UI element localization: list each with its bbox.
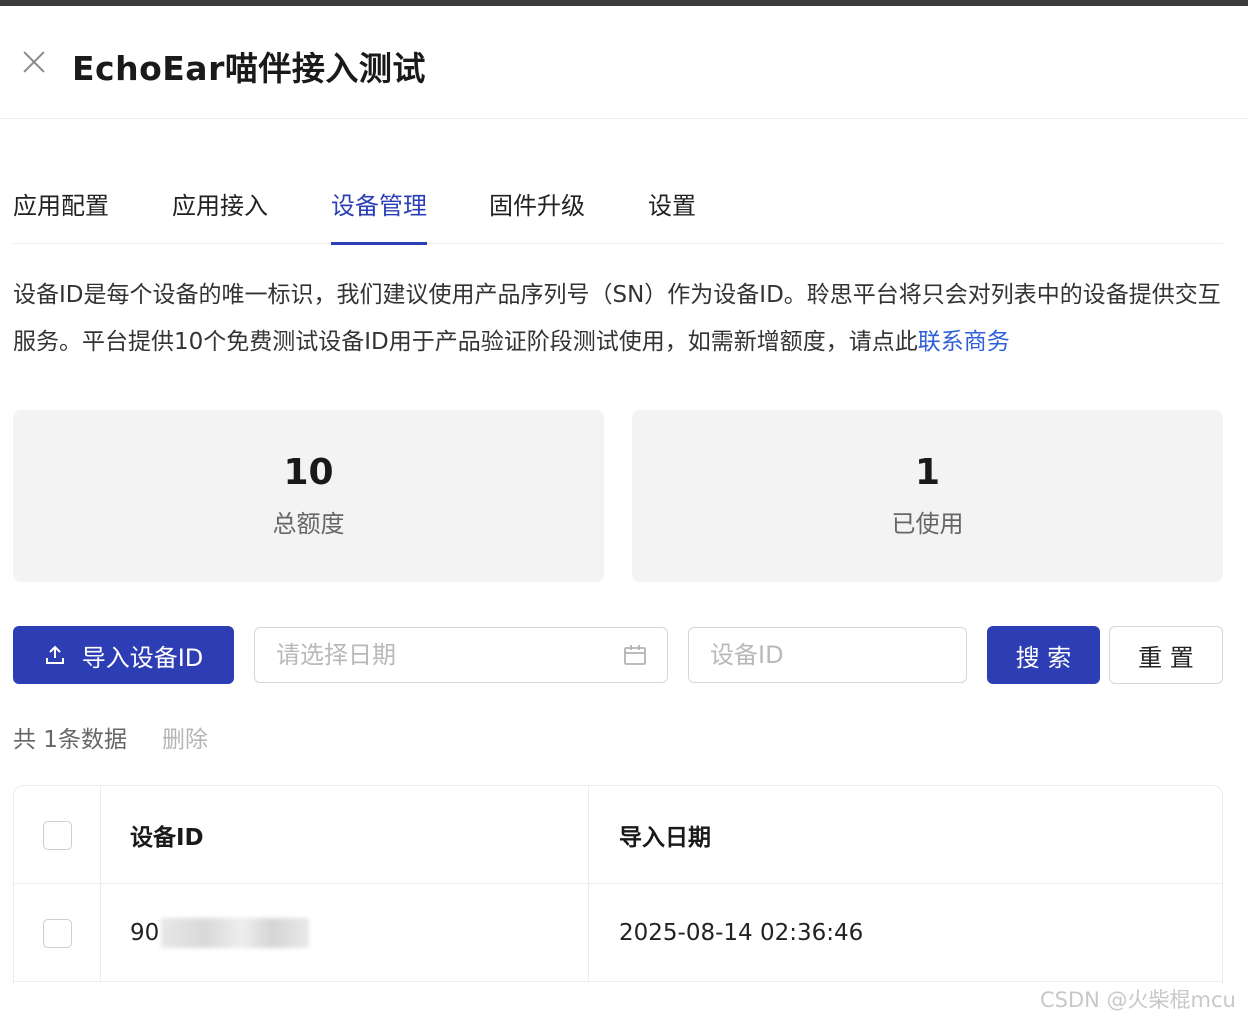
column-header: 导入日期	[619, 825, 711, 851]
description-text: 设备ID是每个设备的唯一标识，我们建议使用产品序列号（SN）作为设备ID。聆思平…	[13, 282, 1221, 355]
search-button[interactable]: 搜 索	[987, 626, 1100, 684]
device-table: 设备ID 导入日期 90 2025-08-14 02:36:46	[13, 785, 1223, 985]
date-picker[interactable]	[254, 627, 668, 683]
tab-label: 应用配置	[13, 192, 109, 220]
watermark: CSDN @火柴棍mcu	[1040, 988, 1236, 1012]
header-device-id: 设备ID	[101, 786, 589, 884]
search-label: 搜 索	[1015, 643, 1072, 672]
tab-label: 应用接入	[172, 192, 268, 220]
import-label: 导入设备ID	[81, 643, 204, 672]
device-id-value: 90	[130, 920, 160, 946]
reset-label: 重 置	[1138, 643, 1194, 672]
used-quota-card: 1 已使用	[632, 410, 1223, 582]
device-id-input[interactable]	[710, 628, 950, 682]
total-quota-value: 10	[283, 452, 334, 493]
redacted-mask	[161, 918, 310, 948]
device-id-cell: 90	[101, 884, 589, 982]
calendar-icon	[623, 643, 647, 667]
used-quota-label: 已使用	[891, 510, 964, 538]
date-input[interactable]	[276, 628, 616, 682]
reset-button[interactable]: 重 置	[1109, 626, 1223, 684]
tab-app-config[interactable]: 应用配置	[13, 186, 109, 244]
header-checkbox-cell	[14, 786, 101, 884]
upload-icon	[44, 644, 66, 666]
tab-app-access[interactable]: 应用接入	[172, 186, 268, 244]
tab-label: 设置	[648, 192, 696, 220]
header-import-date: 导入日期	[589, 786, 1222, 884]
contact-sales-link[interactable]: 联系商务	[918, 329, 1010, 355]
table-row: 90 2025-08-14 02:36:46	[14, 884, 1222, 982]
tab-label: 设备管理	[331, 192, 427, 220]
import-date-value: 2025-08-14 02:36:46	[619, 920, 864, 946]
tab-settings[interactable]: 设置	[648, 186, 696, 244]
page-header: EchoEar喵伴接入测试	[0, 6, 1248, 119]
table-header: 设备ID 导入日期	[14, 786, 1222, 884]
import-device-id-button[interactable]: 导入设备ID	[13, 626, 234, 684]
tab-label: 固件升级	[489, 192, 585, 220]
active-tab-indicator	[331, 242, 427, 245]
description: 设备ID是每个设备的唯一标识，我们建议使用产品序列号（SN）作为设备ID。聆思平…	[13, 272, 1228, 366]
close-icon[interactable]	[18, 46, 50, 78]
device-id-search[interactable]	[688, 627, 967, 683]
row-checkbox[interactable]	[42, 918, 72, 948]
total-quota-card: 10 总额度	[13, 410, 604, 582]
column-header: 设备ID	[130, 825, 204, 851]
page-title: EchoEar喵伴接入测试	[72, 49, 426, 88]
record-count: 共 1条数据	[13, 727, 127, 753]
select-all-checkbox[interactable]	[42, 820, 72, 850]
delete-button[interactable]: 删除	[162, 720, 208, 754]
tab-firmware-upgrade[interactable]: 固件升级	[489, 186, 585, 244]
import-date-cell: 2025-08-14 02:36:46	[589, 884, 1222, 982]
total-quota-label: 总额度	[272, 510, 345, 538]
row-checkbox-cell	[14, 884, 101, 982]
used-quota-value: 1	[914, 452, 941, 493]
tab-bar: 应用配置 应用接入 设备管理 固件升级 设置	[13, 186, 1223, 245]
tab-device-management[interactable]: 设备管理	[331, 186, 427, 245]
